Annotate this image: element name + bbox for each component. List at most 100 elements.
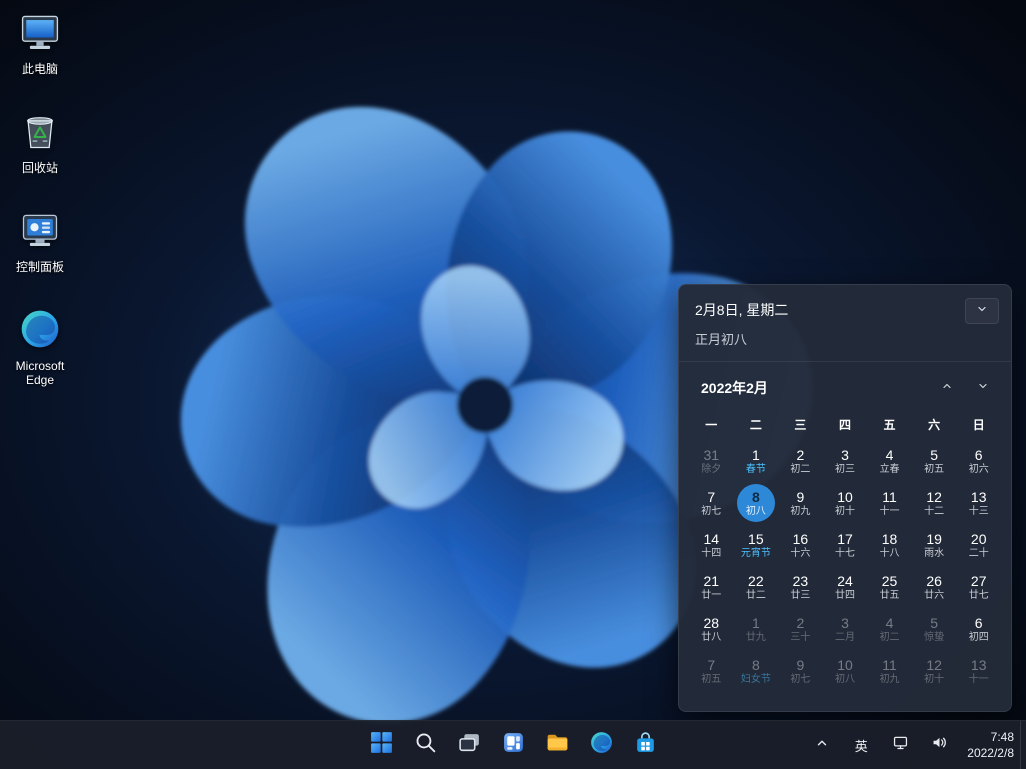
day-lunar-label: 初九: [879, 673, 900, 685]
calendar-day[interactable]: 7 初五: [689, 650, 734, 692]
calendar-collapse-button[interactable]: [965, 298, 999, 324]
day-number: 28: [703, 614, 720, 631]
start-icon: [369, 730, 394, 760]
day-lunar-label: 廿八: [701, 631, 722, 643]
file-explorer-button[interactable]: [537, 725, 577, 765]
taskbar: 英 7:48 2022/2/8: [0, 720, 1026, 769]
calendar-day[interactable]: 11 十一: [867, 482, 912, 524]
desktop-icon-this-pc[interactable]: 此电脑: [2, 10, 78, 76]
desktop-icon-recycle-bin[interactable]: 回收站: [2, 109, 78, 175]
calendar-day[interactable]: 9 初七: [778, 650, 823, 692]
day-number: 8: [751, 488, 760, 505]
calendar-day[interactable]: 14 十四: [689, 524, 734, 566]
calendar-day[interactable]: 10 初十: [823, 482, 868, 524]
calendar-day[interactable]: 28 廿八: [689, 608, 734, 650]
calendar-day[interactable]: 18 十八: [867, 524, 912, 566]
day-lunar-label: 二月: [834, 631, 855, 643]
network-button[interactable]: [881, 726, 919, 764]
day-number: 3: [841, 446, 849, 463]
edge-button[interactable]: [581, 725, 621, 765]
day-lunar-label: 十一: [879, 505, 900, 517]
calendar-day[interactable]: 12 十二: [912, 482, 957, 524]
day-number: 24: [837, 572, 853, 589]
day-number: 11: [882, 488, 897, 505]
calendar-day[interactable]: 19 雨水: [912, 524, 957, 566]
desktop-icon-label: 此电脑: [21, 62, 58, 76]
day-lunar-label: 廿九: [745, 631, 766, 643]
day-number: 9: [796, 488, 805, 505]
calendar-day[interactable]: 26 廿六: [912, 566, 957, 608]
day-number: 7: [707, 656, 716, 673]
volume-button[interactable]: [920, 726, 958, 764]
chevron-up-icon: [815, 736, 829, 755]
calendar-day[interactable]: 8 妇女节: [734, 650, 779, 692]
calendar-month-row: 2022年2月: [679, 362, 1011, 408]
ime-language-button[interactable]: 英: [842, 726, 880, 764]
task-view-icon: [457, 730, 482, 760]
calendar-day[interactable]: 6 初四: [956, 608, 1001, 650]
calendar-day[interactable]: 5 初五: [912, 440, 957, 482]
calendar-flyout: 2月8日, 星期二 正月初八 2022年2月 一二三四五六日 31 除夕 1 春节 2 初…: [678, 284, 1012, 712]
desktop-icon-microsoft-edge[interactable]: Microsoft Edge: [2, 307, 78, 387]
calendar-day[interactable]: 9 初九: [778, 482, 823, 524]
search-icon: [413, 730, 438, 760]
calendar-day[interactable]: 7 初七: [689, 482, 734, 524]
day-number: 18: [881, 530, 898, 547]
calendar-day[interactable]: 16 十六: [778, 524, 823, 566]
calendar-day[interactable]: 13 十三: [956, 482, 1001, 524]
show-desktop-button[interactable]: [1020, 721, 1026, 769]
calendar-day[interactable]: 22 廿二: [734, 566, 779, 608]
weekday-label: 日: [972, 418, 985, 432]
clock-button[interactable]: 7:48 2022/2/8: [959, 729, 1022, 761]
day-lunar-label: 初七: [790, 673, 811, 685]
calendar-day[interactable]: 5 惊蛰: [912, 608, 957, 650]
calendar-day[interactable]: 1 廿九: [734, 608, 779, 650]
calendar-day[interactable]: 4 初二: [867, 608, 912, 650]
calendar-day[interactable]: 23 廿三: [778, 566, 823, 608]
calendar-next-month-button[interactable]: [965, 374, 1001, 402]
day-number: 12: [926, 488, 942, 505]
day-number: 19: [926, 530, 942, 547]
day-lunar-label: 春节: [745, 463, 766, 475]
search-button[interactable]: [405, 725, 445, 765]
calendar-day[interactable]: 6 初六: [956, 440, 1001, 482]
calendar-prev-month-button[interactable]: [929, 374, 965, 402]
calendar-day[interactable]: 12 初十: [912, 650, 957, 692]
desktop-icon-control-panel[interactable]: 控制面板: [2, 208, 78, 274]
day-lunar-label: 三十: [790, 631, 811, 643]
day-number: 8: [751, 656, 760, 673]
store-icon: [633, 730, 658, 760]
tray-overflow-button[interactable]: [803, 726, 841, 764]
calendar-day[interactable]: 11 初九: [867, 650, 912, 692]
calendar-date-title: 2月8日, 星期二: [695, 302, 789, 318]
calendar-day[interactable]: 2 三十: [778, 608, 823, 650]
widgets-button[interactable]: [493, 725, 533, 765]
calendar-day[interactable]: 31 除夕: [689, 440, 734, 482]
calendar-day[interactable]: 2 初二: [778, 440, 823, 482]
calendar-day[interactable]: 3 初三: [823, 440, 868, 482]
day-number: 20: [970, 530, 987, 547]
calendar-month-label[interactable]: 2022年2月: [701, 378, 929, 398]
day-number: 1: [751, 614, 760, 631]
calendar-day[interactable]: 25 廿五: [867, 566, 912, 608]
calendar-day[interactable]: 1 春节: [734, 440, 779, 482]
day-lunar-label: 初三: [834, 463, 855, 475]
day-lunar-label: 初九: [790, 505, 811, 517]
calendar-day[interactable]: 10 初八: [823, 650, 868, 692]
calendar-day[interactable]: 3 二月: [823, 608, 868, 650]
day-number: 14: [703, 530, 720, 547]
day-lunar-label: 十三: [968, 505, 989, 517]
calendar-day[interactable]: 21 廿一: [689, 566, 734, 608]
calendar-day[interactable]: 24 廿四: [823, 566, 868, 608]
store-button[interactable]: [625, 725, 665, 765]
calendar-day[interactable]: 4 立春: [867, 440, 912, 482]
task-view-button[interactable]: [449, 725, 489, 765]
day-number: 10: [837, 656, 853, 673]
calendar-day[interactable]: 17 十七: [823, 524, 868, 566]
start-button[interactable]: [361, 725, 401, 765]
calendar-day[interactable]: 27 廿七: [956, 566, 1001, 608]
calendar-day[interactable]: 20 二十: [956, 524, 1001, 566]
calendar-day[interactable]: 15 元宵节: [734, 524, 779, 566]
calendar-day[interactable]: 13 十一: [956, 650, 1001, 692]
calendar-day-today[interactable]: 8 初八: [734, 482, 779, 524]
